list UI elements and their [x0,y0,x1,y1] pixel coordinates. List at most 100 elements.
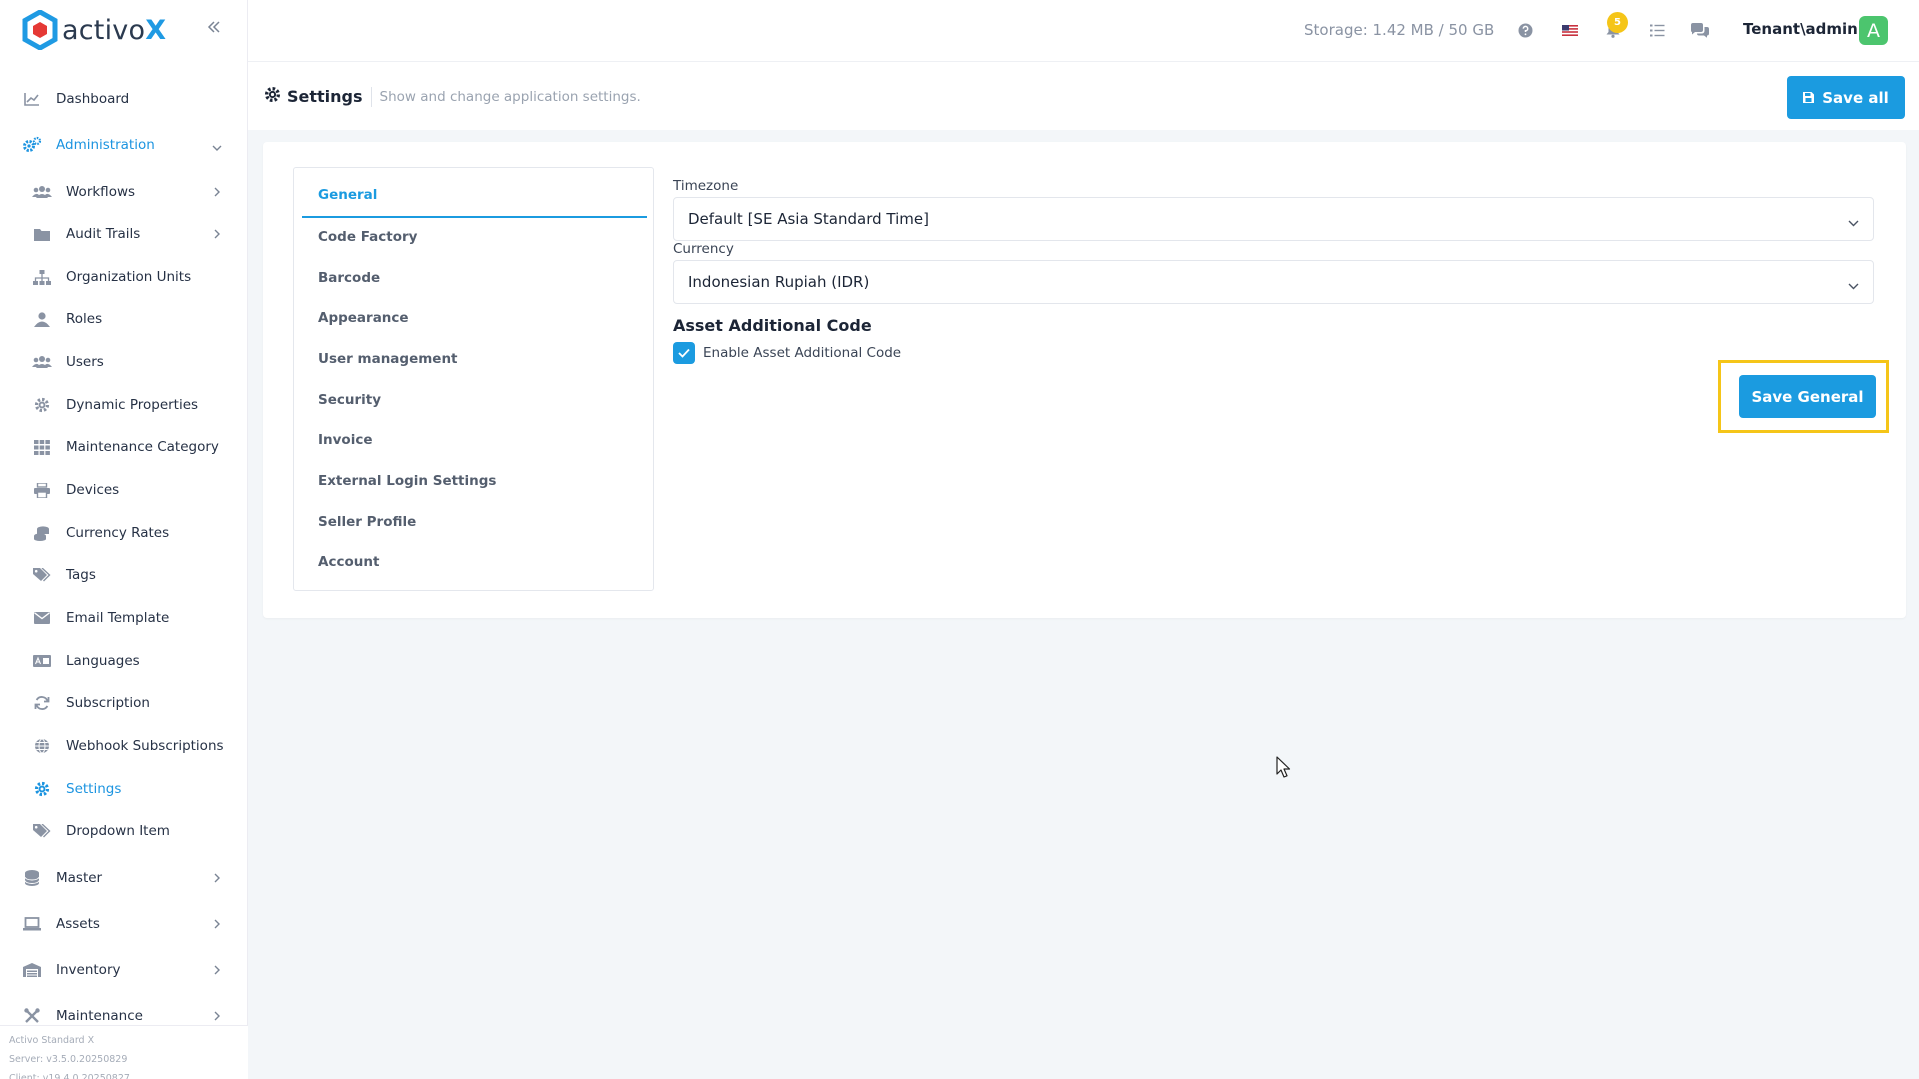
sidebar-item-label: Master [56,870,103,886]
collapse-sidebar-button[interactable] [204,17,224,37]
tab-external-login-settings[interactable]: External Login Settings [318,473,496,489]
sidebar-item-devices[interactable]: Devices [32,480,119,500]
server-version: Server: v3.5.0.20250829 [9,1054,128,1065]
sidebar-item-label: Email Template [66,610,170,626]
sidebar-item-audit-trails[interactable]: Audit Trails [32,224,140,244]
refresh-icon [32,693,52,713]
sidebar-item-label: Audit Trails [66,226,141,242]
notification-count-badge: 5 [1607,12,1628,33]
task-list-icon[interactable] [1647,20,1667,40]
chat-icon[interactable] [1690,20,1710,40]
chevron-right-icon[interactable] [211,918,223,930]
sidebar-item-label: Settings [66,781,122,797]
help-icon[interactable] [1515,20,1535,40]
chevron-down-icon [1848,276,1859,294]
sidebar-item-maintenance[interactable]: Maintenance [22,1006,143,1026]
sidebar-item-label: Webhook Subscriptions [66,738,224,754]
avatar[interactable]: A [1859,16,1888,45]
currency-select[interactable]: Indonesian Rupiah (IDR) [673,260,1874,304]
us-flag-icon[interactable] [1560,20,1580,40]
sidebar-item-administration[interactable]: Administration [22,135,155,155]
current-user[interactable]: Tenant\admin [1743,20,1858,38]
product-name: Activo Standard X [9,1035,95,1046]
sidebar-item-currency-rates[interactable]: Currency Rates [32,523,169,543]
checkmark-icon [678,348,690,358]
sidebar-item-subscription[interactable]: Subscription [32,693,150,713]
users-group-icon [32,182,52,202]
timezone-label: Timezone [673,178,739,194]
tab-code-factory[interactable]: Code Factory [318,229,417,245]
sidebar-item-inventory[interactable]: Inventory [22,960,120,980]
tab-seller-profile[interactable]: Seller Profile [318,514,416,530]
settings-tabs: General Code Factory Barcode Appearance … [293,167,654,591]
sidebar-item-assets[interactable]: Assets [22,914,100,934]
globe-icon [32,736,52,756]
sidebar-item-label: Currency Rates [66,525,170,541]
chevron-down-icon[interactable] [211,142,223,154]
checkbox-checked[interactable] [673,342,695,364]
sidebar-item-users[interactable]: Users [32,352,104,372]
save-all-label: Save all [1822,88,1889,107]
sidebar-item-label: Administration [56,137,155,153]
tab-user-management[interactable]: User management [318,351,458,367]
floppy-disk-icon [1803,92,1815,103]
brand-name-prefix: activo [62,14,146,46]
tab-security[interactable]: Security [318,392,381,408]
sitemap-icon [32,267,52,287]
chevron-right-icon[interactable] [211,872,223,884]
sidebar-item-label: Assets [56,916,100,932]
sidebar-item-dropdown-item[interactable]: Dropdown Item [32,821,170,841]
sidebar-item-label: Dynamic Properties [66,397,199,413]
sidebar-item-label: Workflows [66,184,136,200]
client-version: Client: v19.4.0.20250827 [9,1073,130,1079]
chevron-right-icon[interactable] [211,186,223,198]
sidebar-item-label: Tags [66,567,96,583]
tab-account[interactable]: Account [318,554,379,570]
sidebar-item-tags[interactable]: Tags [32,565,96,585]
tab-appearance[interactable]: Appearance [318,310,409,326]
chevron-down-icon [1848,213,1859,231]
tab-barcode[interactable]: Barcode [318,270,380,286]
chart-icon [22,89,42,109]
title-divider [370,86,372,107]
laptop-icon [22,914,42,934]
sidebar-item-roles[interactable]: Roles [32,309,102,329]
brand-logo[interactable]: activoX [22,10,166,50]
chevron-right-icon[interactable] [211,1010,223,1022]
sidebar-item-workflows[interactable]: Workflows [32,182,135,202]
users-group-icon [32,352,52,372]
tab-general[interactable]: General [318,187,377,203]
timezone-select[interactable]: Default [SE Asia Standard Time] [673,197,1874,241]
page-description: Show and change application settings. [379,88,641,105]
sidebar: activoX Dashboard Administration Workflo… [0,0,248,1079]
mouse-cursor-icon [1276,756,1291,778]
warehouse-icon [22,960,42,980]
active-tab-indicator [302,216,647,218]
chevron-right-icon[interactable] [211,964,223,976]
tags-icon [32,565,52,585]
sidebar-item-label: Dropdown Item [66,823,170,839]
grid-icon [32,437,52,457]
sidebar-item-label: Inventory [56,962,121,978]
save-all-button[interactable]: Save all [1787,76,1905,119]
sidebar-item-organization-units[interactable]: Organization Units [32,267,191,287]
sidebar-item-settings[interactable]: Settings [32,779,121,799]
sidebar-item-webhook-subscriptions[interactable]: Webhook Subscriptions [32,736,224,756]
tab-invoice[interactable]: Invoice [318,432,373,448]
gear-icon [32,395,52,415]
chevron-right-icon[interactable] [211,228,223,240]
enable-asset-additional-code-checkbox[interactable]: Enable Asset Additional Code [673,342,901,364]
save-general-button[interactable]: Save General [1739,375,1876,418]
tools-icon [22,1006,42,1026]
sidebar-item-email-template[interactable]: Email Template [32,608,169,628]
tags-icon [32,821,52,841]
sidebar-item-dashboard[interactable]: Dashboard [22,89,129,109]
topbar: Storage: 1.42 MB / 50 GB 5 Tenant\admin … [248,0,1919,62]
sidebar-item-maintenance-category[interactable]: Maintenance Category [32,437,219,457]
timezone-value: Default [SE Asia Standard Time] [688,210,929,228]
sidebar-item-label: Maintenance Category [66,439,219,455]
sidebar-item-master[interactable]: Master [22,868,102,888]
sidebar-item-dynamic-properties[interactable]: Dynamic Properties [32,395,198,415]
sidebar-item-languages[interactable]: Languages [32,651,140,671]
currency-value: Indonesian Rupiah (IDR) [688,273,870,291]
